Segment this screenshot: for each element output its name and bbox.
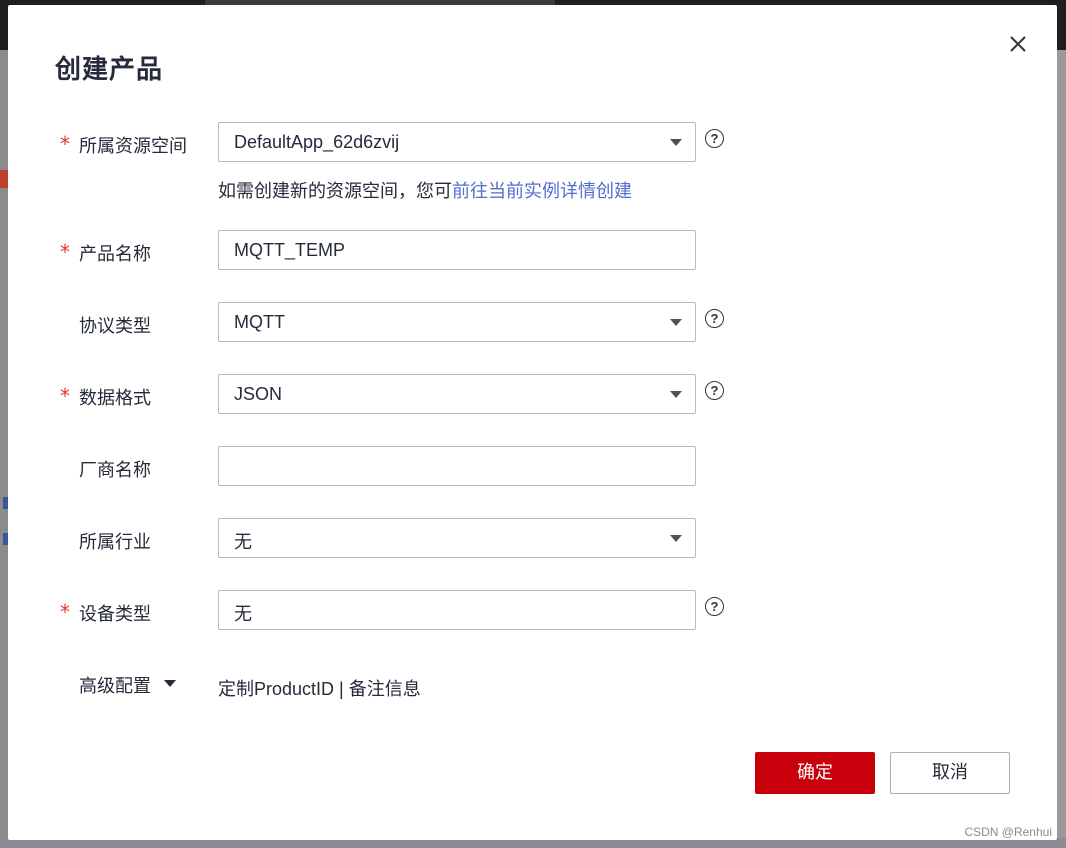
industry-select[interactable]: 无 bbox=[218, 518, 696, 558]
product-name-input[interactable]: MQTT_TEMP bbox=[218, 230, 696, 270]
data-format-value: JSON bbox=[234, 384, 283, 404]
required-mark: * bbox=[60, 240, 70, 264]
cancel-button[interactable]: 取消 bbox=[890, 752, 1010, 794]
background-right-strip bbox=[1057, 50, 1066, 848]
product-name-label: 产品名称 bbox=[79, 244, 151, 265]
close-icon[interactable] bbox=[1005, 31, 1031, 57]
device-type-input[interactable]: 无 bbox=[218, 590, 696, 630]
industry-value: 无 bbox=[234, 532, 252, 552]
product-name-value: MQTT_TEMP bbox=[234, 240, 345, 260]
help-icon[interactable]: ? bbox=[705, 309, 724, 328]
advanced-options: 定制ProductID | 备注信息 bbox=[218, 675, 421, 701]
resource-space-select[interactable]: DefaultApp_62d6zvij bbox=[218, 122, 696, 162]
chevron-down-icon bbox=[670, 535, 682, 542]
watermark: CSDN @Renhui bbox=[964, 825, 1052, 839]
create-product-dialog: 创建产品 * 所属资源空间 DefaultApp_62d6zvij ? 如需创建… bbox=[8, 5, 1057, 840]
resource-space-label: 所属资源空间 bbox=[79, 136, 187, 157]
vendor-input[interactable] bbox=[218, 446, 696, 486]
resource-space-hint: 如需创建新的资源空间，您可前往当前实例详情创建 bbox=[218, 177, 632, 203]
industry-label: 所属行业 bbox=[79, 532, 151, 553]
data-format-label: 数据格式 bbox=[79, 388, 151, 409]
confirm-button[interactable]: 确定 bbox=[755, 752, 875, 794]
caret-down-icon[interactable] bbox=[164, 680, 176, 687]
hint-text: 如需创建新的资源空间，您可 bbox=[218, 181, 452, 202]
remark-link[interactable]: 备注信息 bbox=[349, 679, 421, 699]
protocol-label: 协议类型 bbox=[79, 316, 151, 337]
custom-product-id-link[interactable]: 定制ProductID bbox=[218, 679, 334, 699]
data-format-select[interactable]: JSON bbox=[218, 374, 696, 414]
required-mark: * bbox=[60, 384, 70, 408]
protocol-value: MQTT bbox=[234, 312, 285, 332]
required-mark: * bbox=[60, 600, 70, 624]
create-space-link[interactable]: 前往当前实例详情创建 bbox=[452, 181, 632, 202]
protocol-select[interactable]: MQTT bbox=[218, 302, 696, 342]
resource-space-value: DefaultApp_62d6zvij bbox=[234, 132, 400, 152]
advanced-config-toggle[interactable]: 高级配置 bbox=[79, 672, 151, 698]
help-icon[interactable]: ? bbox=[705, 597, 724, 616]
separator: | bbox=[334, 679, 349, 699]
device-type-label: 设备类型 bbox=[79, 604, 151, 625]
chevron-down-icon bbox=[670, 139, 682, 146]
required-mark: * bbox=[60, 132, 70, 156]
background-badge bbox=[0, 170, 8, 188]
help-icon[interactable]: ? bbox=[705, 381, 724, 400]
device-type-value: 无 bbox=[234, 604, 252, 624]
dialog-title: 创建产品 bbox=[55, 55, 164, 85]
chevron-down-icon bbox=[670, 319, 682, 326]
chevron-down-icon bbox=[670, 391, 682, 398]
vendor-label: 厂商名称 bbox=[79, 460, 151, 481]
help-icon[interactable]: ? bbox=[705, 129, 724, 148]
